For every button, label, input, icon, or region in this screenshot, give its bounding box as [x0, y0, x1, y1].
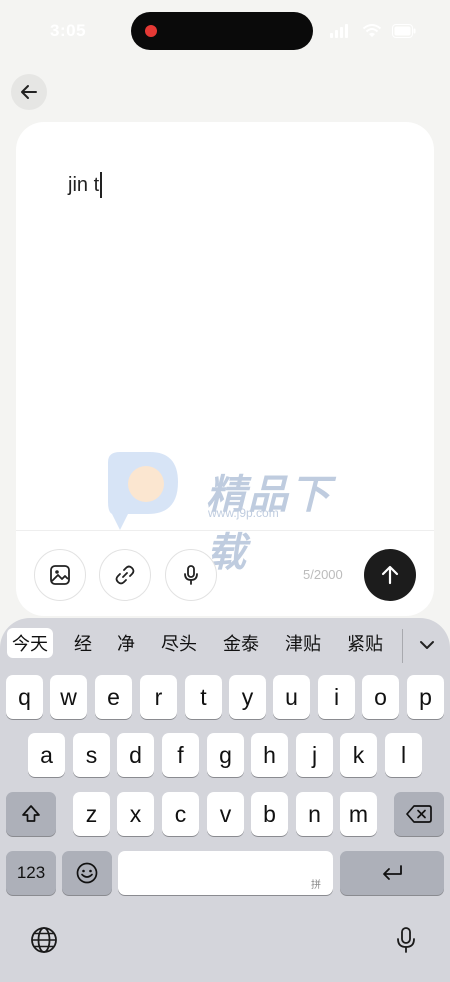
key-g[interactable]: g [207, 733, 244, 777]
recording-indicator [145, 25, 157, 37]
post-text-value: jin t [68, 173, 100, 196]
key-l[interactable]: l [385, 733, 422, 777]
status-icons [330, 24, 416, 40]
microphone-icon [184, 565, 198, 585]
candidate-word[interactable]: 津贴 [281, 628, 325, 658]
key-u[interactable]: u [273, 675, 310, 719]
text-caret [100, 172, 103, 198]
key-i[interactable]: i [318, 675, 355, 719]
arrow-up-icon [381, 565, 399, 585]
battery-icon [392, 24, 416, 38]
key-r[interactable]: r [140, 675, 177, 719]
candidate-word[interactable]: 尽头 [157, 628, 201, 658]
link-icon [115, 565, 135, 585]
send-button[interactable] [364, 549, 416, 601]
microphone-icon [397, 927, 415, 953]
post-editor-card: jin t 精品下载 www.j9p.com 5/2000 [16, 122, 434, 616]
chevron-down-icon [420, 641, 434, 649]
key-t[interactable]: t [185, 675, 222, 719]
emoji-key[interactable] [62, 851, 112, 895]
add-image-button[interactable] [34, 549, 86, 601]
key-v[interactable]: v [207, 792, 244, 836]
watermark: 精品下载 www.j9p.com [98, 452, 368, 575]
shift-key[interactable] [6, 792, 56, 836]
watermark-url: www.j9p.com [208, 506, 279, 520]
shift-icon [22, 805, 40, 822]
key-c[interactable]: c [162, 792, 199, 836]
key-s[interactable]: s [73, 733, 110, 777]
return-icon [383, 865, 402, 880]
key-y[interactable]: y [229, 675, 266, 719]
space-key[interactable]: 拼 [118, 851, 333, 895]
arrow-left-icon [21, 85, 37, 99]
key-p[interactable]: p [407, 675, 444, 719]
status-bar: 3:05 [0, 0, 450, 62]
watermark-logo-icon [108, 452, 178, 530]
key-j[interactable]: j [296, 733, 333, 777]
switch-language-button[interactable] [27, 923, 61, 957]
voice-input-button[interactable] [165, 549, 217, 601]
watermark-title: 精品下载 [206, 473, 332, 575]
candidate-word[interactable]: 经 [70, 628, 96, 658]
numbers-key[interactable]: 123 [6, 851, 56, 895]
emoji-icon [76, 862, 98, 884]
key-n[interactable]: n [296, 792, 333, 836]
back-button[interactable] [11, 74, 47, 110]
add-link-button[interactable] [99, 549, 151, 601]
key-h[interactable]: h [251, 733, 288, 777]
dictation-button[interactable] [389, 923, 423, 957]
post-text-input[interactable]: jin t [68, 172, 103, 198]
delete-key[interactable] [394, 792, 444, 836]
candidate-separator [402, 629, 403, 663]
toolbar-divider [16, 530, 434, 531]
candidate-word[interactable]: 净 [113, 628, 139, 658]
character-count: 5/2000 [303, 567, 343, 582]
image-icon [50, 565, 70, 585]
candidate-bar: 今天 经 净 尽头 金泰 津贴 紧贴 [0, 618, 450, 668]
status-time: 3:05 [50, 21, 87, 40]
key-q[interactable]: q [6, 675, 43, 719]
globe-icon [31, 927, 57, 953]
key-e[interactable]: e [95, 675, 132, 719]
key-x[interactable]: x [117, 792, 154, 836]
backspace-icon [406, 805, 432, 823]
candidate-word[interactable]: 紧贴 [343, 628, 387, 658]
key-w[interactable]: w [50, 675, 87, 719]
key-a[interactable]: a [28, 733, 65, 777]
candidate-word[interactable]: 金泰 [219, 628, 263, 658]
return-key[interactable] [340, 851, 444, 895]
cellular-signal-icon [330, 24, 348, 38]
key-z[interactable]: z [73, 792, 110, 836]
dynamic-island [131, 12, 313, 50]
key-d[interactable]: d [117, 733, 154, 777]
key-b[interactable]: b [251, 792, 288, 836]
key-m[interactable]: m [340, 792, 377, 836]
space-key-hint: 拼 [311, 880, 321, 891]
expand-candidates-button[interactable] [412, 630, 442, 660]
key-f[interactable]: f [162, 733, 199, 777]
wifi-icon [362, 24, 382, 37]
key-o[interactable]: o [362, 675, 399, 719]
pinyin-keyboard: 今天 经 净 尽头 金泰 津贴 紧贴 q w e r t y u i o p a… [0, 618, 450, 982]
key-k[interactable]: k [340, 733, 377, 777]
candidate-word[interactable]: 今天 [7, 628, 53, 658]
